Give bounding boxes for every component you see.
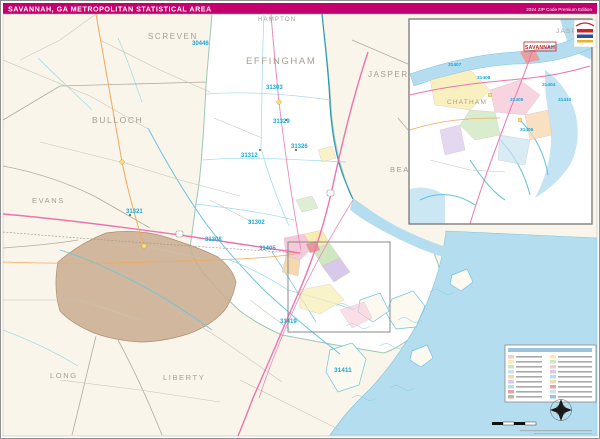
inset-zip-label: 31405 xyxy=(510,97,524,103)
inset-city-label: SAVANNAH xyxy=(525,45,555,51)
legend-header xyxy=(508,348,592,352)
inset-zip-label: 31406 xyxy=(520,127,534,133)
county-label: SCREVEN xyxy=(148,32,198,41)
county-label: HAMPTON xyxy=(258,17,296,23)
zip-label: 31302 xyxy=(248,220,265,226)
state-route-shield-icon xyxy=(487,92,493,98)
county-label: EVANS xyxy=(32,196,65,205)
zip-label: 31303 xyxy=(266,85,283,91)
header-bar: SAVANNAH, GA METROPOLITAN STATISTICAL AR… xyxy=(3,3,597,14)
inset-zip-label: 31408 xyxy=(477,75,491,81)
zip-label: 31312 xyxy=(241,153,258,159)
zip-label: 31329 xyxy=(273,119,290,125)
state-route-shield-icon xyxy=(141,243,147,249)
inset-zip-label: 31407 xyxy=(448,62,462,68)
zip-label: 31321 xyxy=(126,209,143,215)
inset-county-label: CHATHAM xyxy=(447,99,487,106)
county-label: JASPER xyxy=(368,70,409,79)
interstate-shield-icon xyxy=(326,189,335,197)
map-title: SAVANNAH, GA METROPOLITAN STATISTICAL AR… xyxy=(8,4,212,13)
zip-label: 31411 xyxy=(334,367,352,374)
zip-label: 31419 xyxy=(280,319,297,325)
zip-label: 31326 xyxy=(291,144,308,150)
scale-bar xyxy=(492,421,537,426)
county-label: LIBERTY xyxy=(163,373,205,382)
county-label: BULLOCH xyxy=(92,115,143,125)
zip-label: 31308 xyxy=(205,237,222,243)
interstate-shield-icon xyxy=(175,230,184,238)
state-route-shield-icon xyxy=(119,159,125,165)
edition-label: 2024 ZIP Code Premium Edition xyxy=(526,7,592,12)
zip-label: 30446 xyxy=(192,41,209,47)
legend-rows xyxy=(508,355,592,399)
legend xyxy=(504,344,597,403)
inset-zip-label: 31404 xyxy=(542,82,556,88)
map-canvas: SAVANNAH, GA METROPOLITAN STATISTICAL AR… xyxy=(0,0,600,439)
county-label: LONG xyxy=(50,371,78,380)
state-route-shield-icon xyxy=(517,117,523,123)
county-label: EFFINGHAM xyxy=(246,56,316,67)
inset-zip-label: 31410 xyxy=(558,97,572,103)
publisher-logo xyxy=(573,19,597,48)
map-poster: SAVANNAH, GA METROPOLITAN STATISTICAL AR… xyxy=(0,0,600,439)
state-route-shield-icon xyxy=(276,99,282,105)
inset-map: SAVANNAH JASPER CHATHAM 31407 31408 3140… xyxy=(408,18,593,225)
zip-label: 31405 xyxy=(259,246,276,252)
